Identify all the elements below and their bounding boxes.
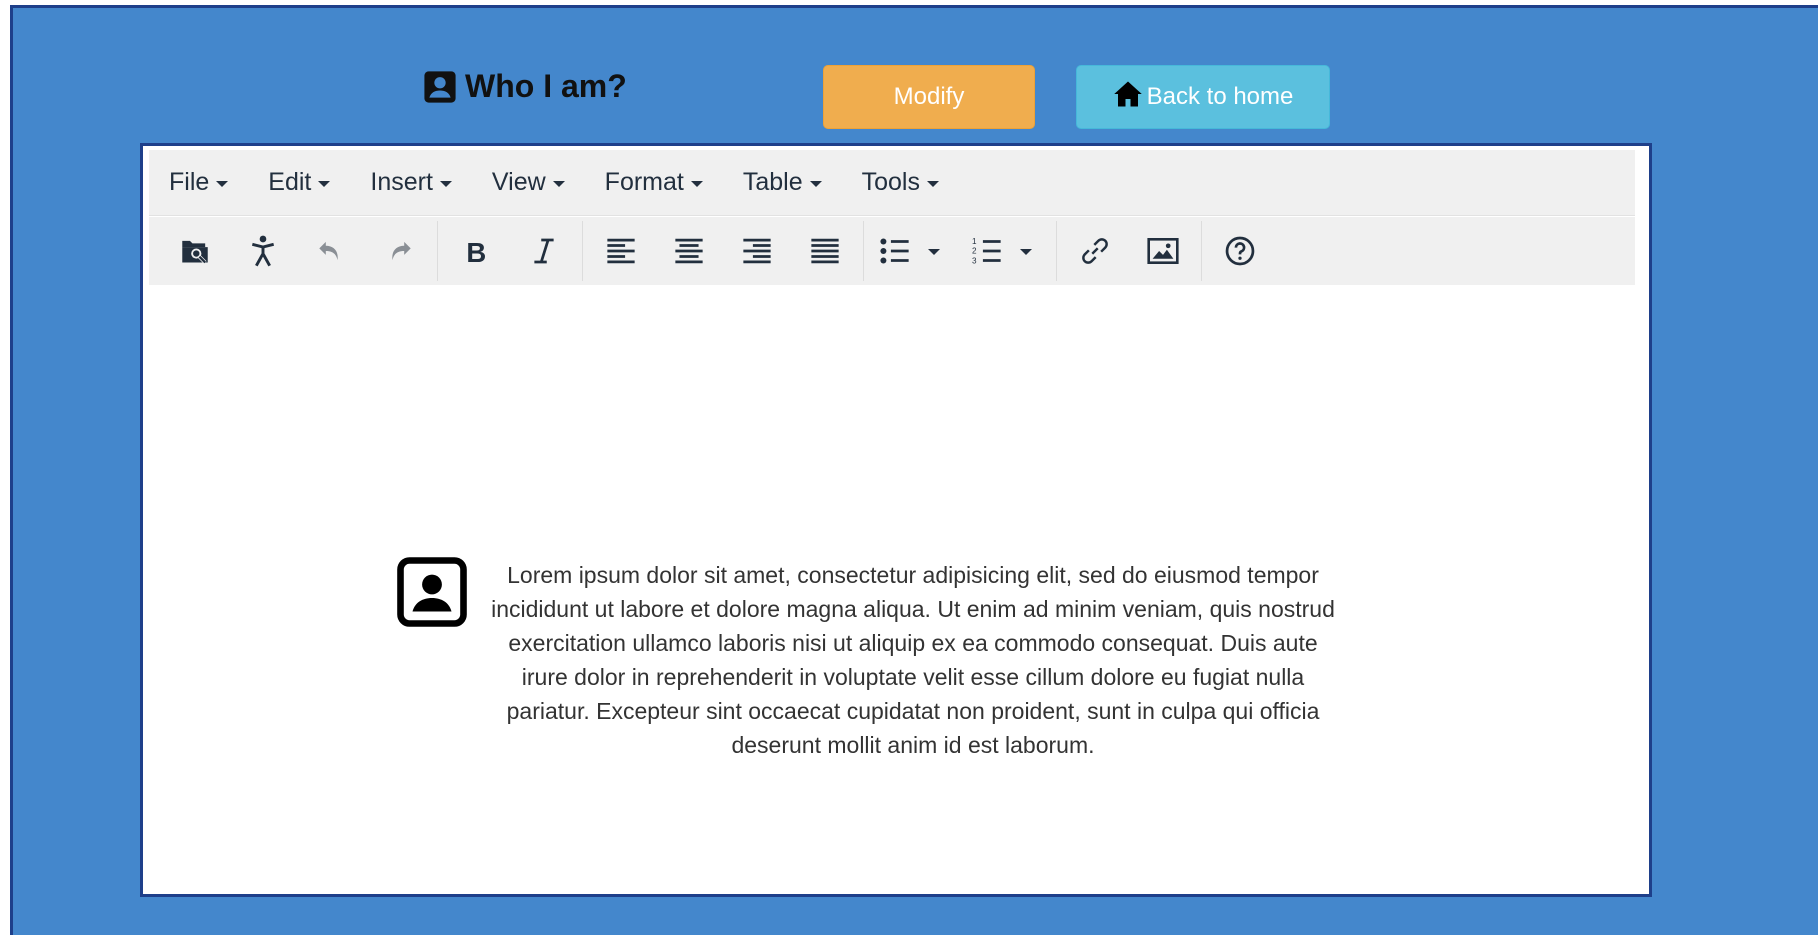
menu-insert[interactable]: Insert [370, 168, 452, 197]
toolbar-group-format: B [438, 221, 583, 281]
caret-down-icon [439, 180, 452, 187]
align-left-button[interactable] [587, 225, 655, 277]
caret-down-icon [928, 249, 940, 255]
image-button[interactable] [1129, 225, 1197, 277]
page-title: Who I am? [423, 68, 627, 105]
caret-down-icon [552, 180, 565, 187]
numbered-list-button[interactable]: 1 2 3 [960, 225, 1014, 277]
align-center-button[interactable] [655, 225, 723, 277]
accessibility-icon [251, 235, 275, 267]
caret-down-icon [809, 180, 822, 187]
toolbar-group-help [1202, 221, 1278, 281]
menu-file[interactable]: File [169, 168, 229, 197]
bullet-list-split-button[interactable] [868, 225, 960, 277]
align-center-icon [675, 238, 703, 264]
home-icon [1113, 80, 1143, 115]
numbered-list-icon: 1 2 3 [972, 237, 1001, 265]
editor-menubar: File Edit Insert View Format Table Tools [149, 150, 1635, 216]
help-icon [1225, 236, 1255, 266]
caret-down-icon [690, 180, 703, 187]
numbered-list-split-button[interactable]: 1 2 3 [960, 225, 1052, 277]
align-justify-icon [811, 238, 839, 264]
editor-body-text: Lorem ipsum dolor sit amet, consectetur … [491, 562, 1335, 758]
image-icon [1147, 238, 1179, 264]
accessibility-button[interactable] [229, 225, 297, 277]
svg-text:1: 1 [972, 237, 977, 246]
modify-button[interactable]: Modify [823, 65, 1035, 129]
caret-down-icon [216, 180, 229, 187]
menu-tools[interactable]: Tools [862, 168, 939, 197]
back-to-home-label: Back to home [1146, 83, 1294, 110]
align-justify-button[interactable] [791, 225, 859, 277]
redo-icon [392, 241, 411, 261]
toolbar-group-align [583, 221, 864, 281]
preview-icon [182, 240, 208, 264]
back-to-home-button[interactable]: Back to home [1076, 65, 1330, 129]
link-icon [1082, 238, 1108, 264]
page-title-text: Who I am? [465, 68, 627, 104]
caret-down-icon [927, 180, 939, 187]
editor-content-area[interactable]: Lorem ipsum dolor sit amet, consectetur … [143, 286, 1649, 894]
preview-button[interactable] [161, 225, 229, 277]
bullet-list-button[interactable] [868, 225, 922, 277]
menu-edit[interactable]: Edit [268, 168, 331, 197]
undo-icon [319, 241, 338, 261]
bullet-list-icon [880, 238, 909, 264]
menu-table[interactable]: Table [743, 168, 822, 197]
bold-button[interactable]: B [442, 225, 510, 277]
bullet-list-dropdown[interactable] [922, 225, 960, 277]
page-background: Who I am? Modify Back to home File Edit … [10, 5, 1818, 935]
contact-card-icon [396, 556, 468, 633]
caret-down-icon [1020, 249, 1032, 255]
align-right-button[interactable] [723, 225, 791, 277]
italic-icon [534, 238, 554, 264]
numbered-list-dropdown[interactable] [1014, 225, 1052, 277]
toolbar-group-history [157, 221, 438, 281]
toolbar-group-lists: 1 2 3 [864, 221, 1057, 281]
align-left-icon [607, 238, 635, 264]
link-button[interactable] [1061, 225, 1129, 277]
editor-toolbar: B 1 2 3 [149, 217, 1635, 285]
undo-button[interactable] [297, 225, 365, 277]
svg-text:3: 3 [972, 256, 977, 265]
menu-format[interactable]: Format [605, 168, 703, 197]
toolbar-group-insert [1057, 221, 1202, 281]
italic-button[interactable] [510, 225, 578, 277]
svg-text:B: B [466, 237, 486, 265]
menu-view[interactable]: View [492, 168, 565, 197]
svg-text:2: 2 [972, 247, 977, 256]
help-button[interactable] [1206, 225, 1274, 277]
redo-button[interactable] [365, 225, 433, 277]
bold-icon: B [466, 237, 486, 265]
caret-down-icon [318, 180, 331, 187]
rich-text-editor: File Edit Insert View Format Table Tools [140, 143, 1652, 897]
align-right-icon [743, 238, 771, 264]
contact-card-icon [423, 70, 457, 104]
